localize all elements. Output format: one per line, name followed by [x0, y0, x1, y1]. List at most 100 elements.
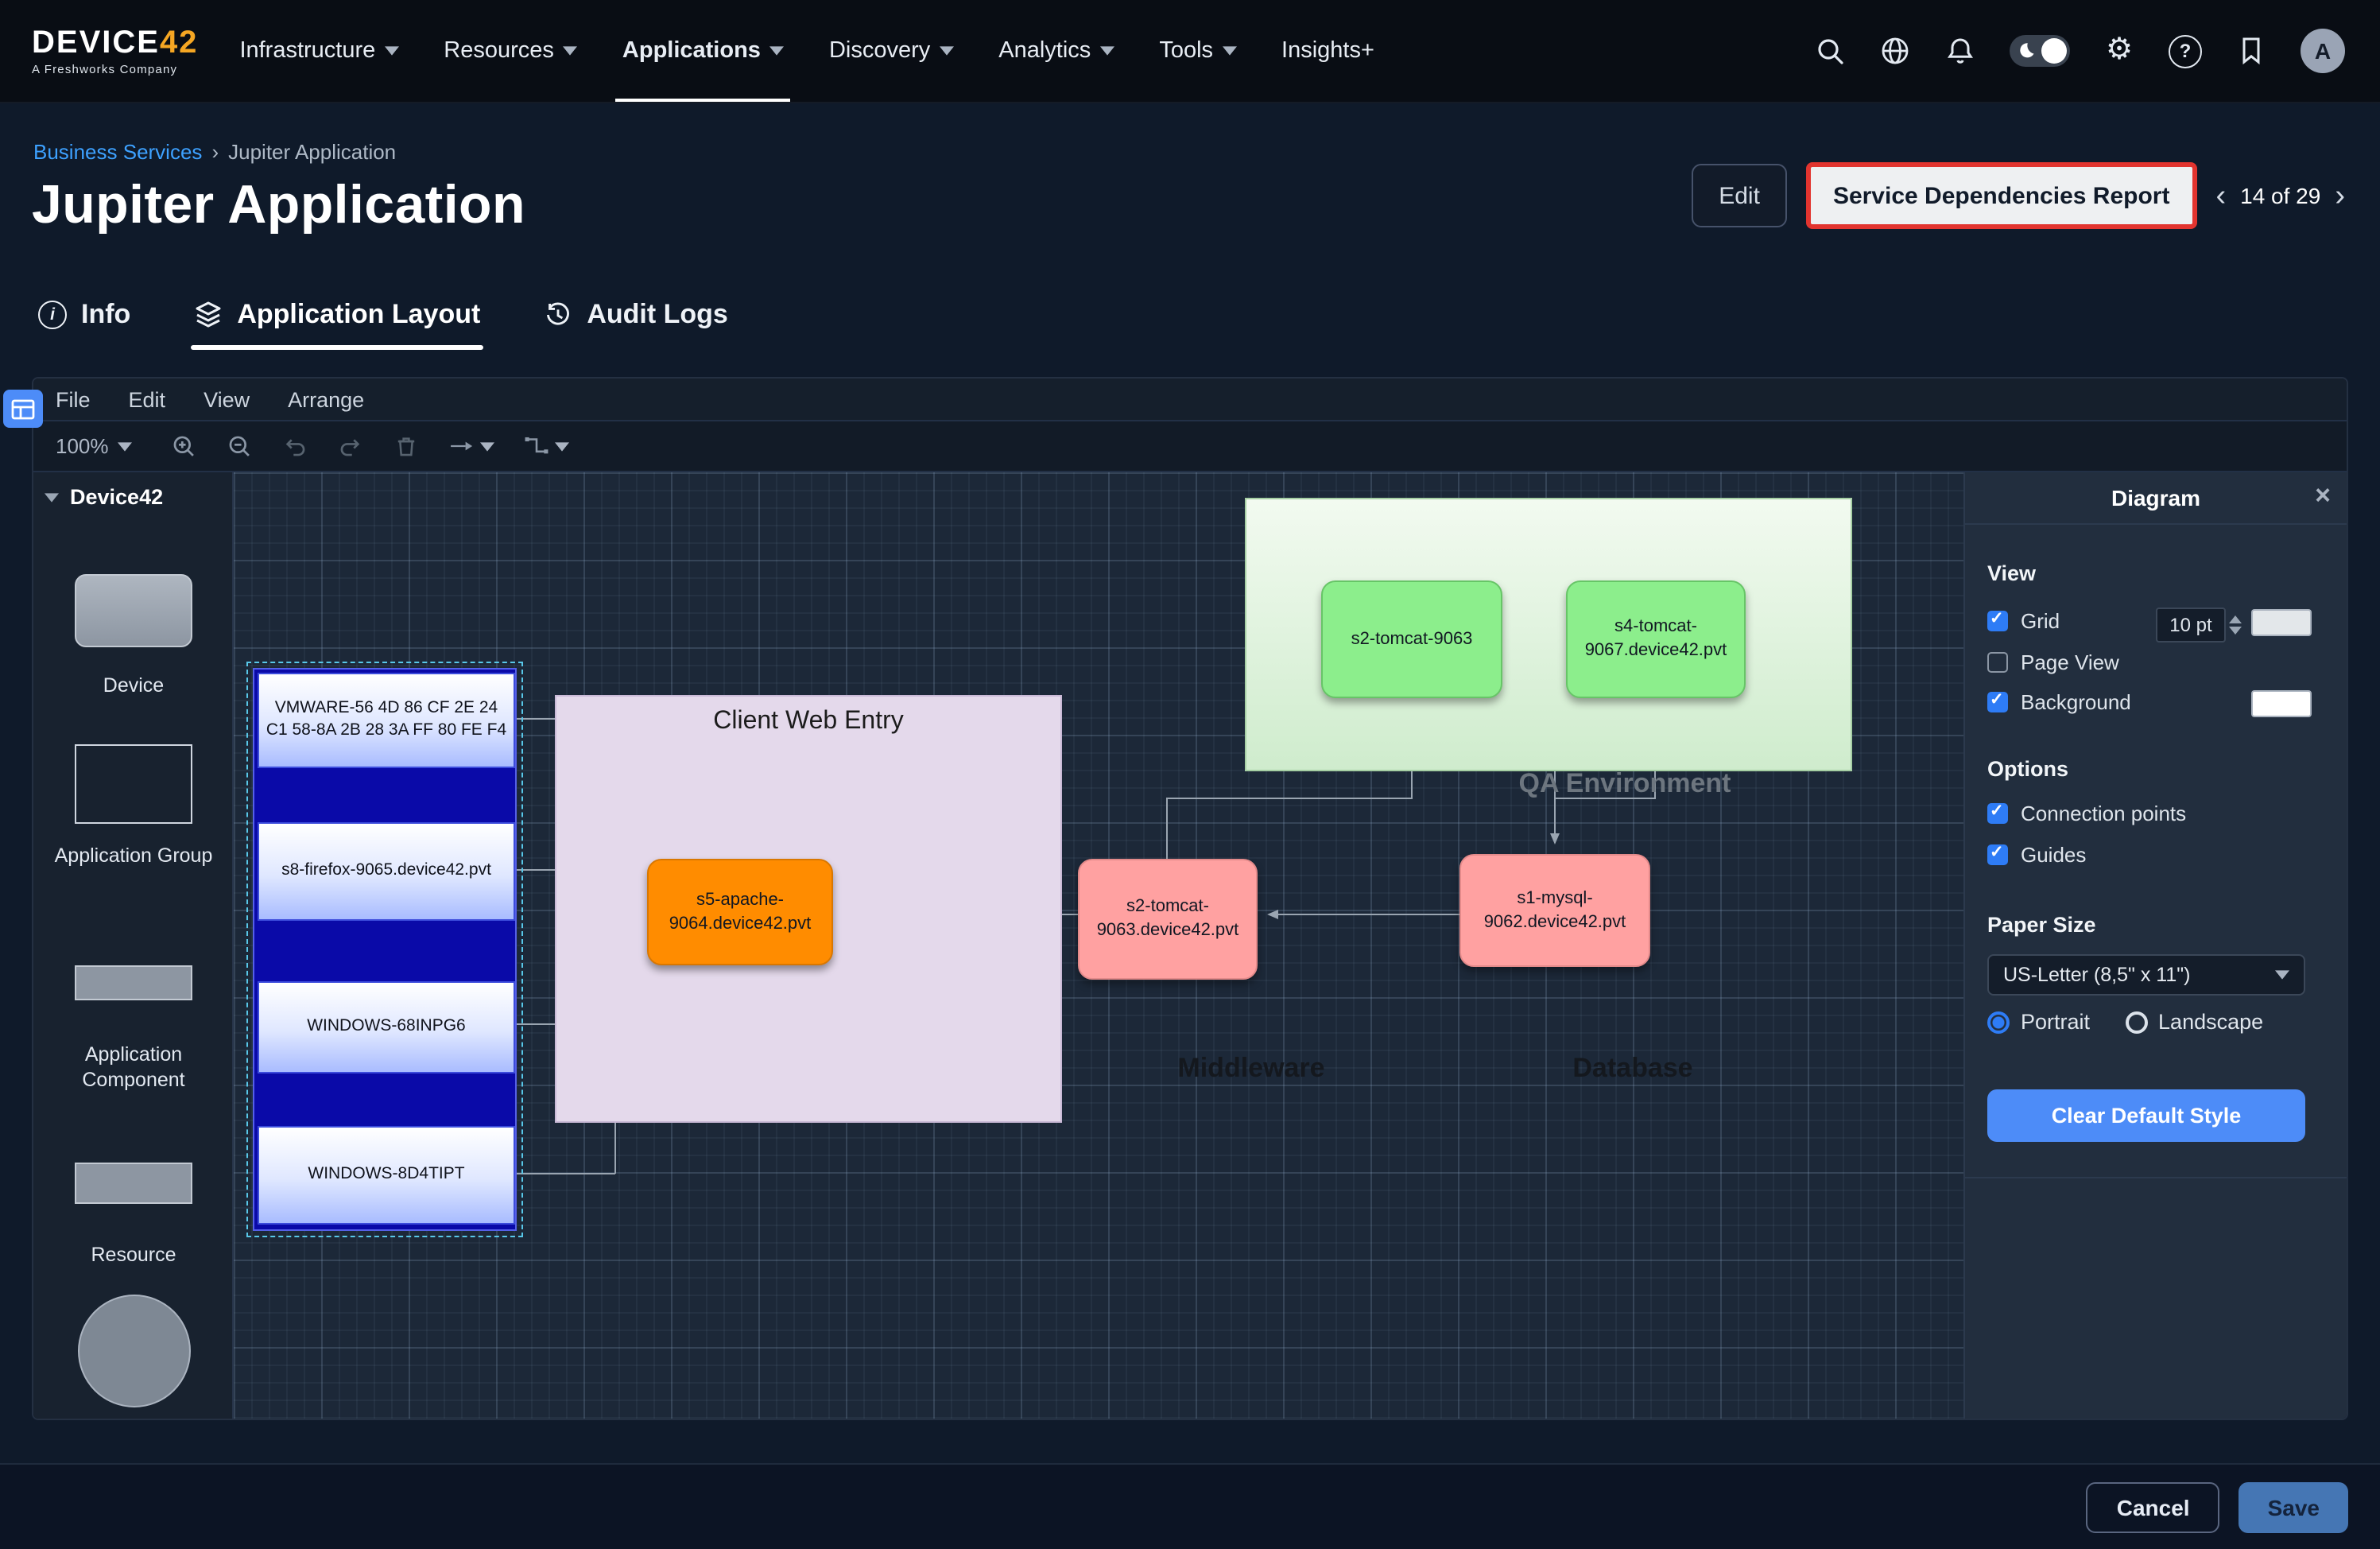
diagram-settings-panel: Diagram × View Grid 10 pt Page View	[1963, 472, 2347, 1420]
nav-insights[interactable]: Insights+	[1281, 0, 1374, 102]
diagram-editor: File Edit View Arrange 100%	[32, 377, 2348, 1420]
shape-resource[interactable]	[33, 1163, 234, 1204]
dark-mode-toggle[interactable]	[2010, 35, 2070, 67]
menu-edit[interactable]: Edit	[129, 387, 166, 411]
undo-icon[interactable]	[282, 433, 309, 460]
grid-size-input[interactable]: 10 pt	[2156, 608, 2242, 643]
tab-audit-logs[interactable]: Audit Logs	[544, 299, 728, 350]
nav-analytics[interactable]: Analytics	[998, 0, 1114, 102]
radio-selected-icon	[1987, 1011, 2010, 1033]
waypoint-style-tool[interactable]	[524, 433, 570, 460]
middleware-label[interactable]: Middleware	[1148, 1053, 1355, 1085]
nav-resources[interactable]: Resources	[444, 0, 578, 102]
bell-icon[interactable]	[1944, 35, 1976, 67]
grid-size-spinner[interactable]	[2229, 615, 2242, 635]
device42-logo[interactable]: DEVICE42 A Freshworks Company	[32, 27, 198, 76]
qa-environment-label[interactable]: QA Environment	[1490, 768, 1760, 800]
moon-icon	[2014, 40, 2037, 62]
service-dependencies-report-button[interactable]: Service Dependencies Report	[1806, 162, 2197, 229]
checkbox-unchecked-icon	[1987, 652, 2008, 673]
globe-icon[interactable]	[1879, 35, 1911, 67]
zoom-level-dropdown[interactable]: 100%	[56, 434, 133, 458]
breadcrumb-business-services[interactable]: Business Services	[33, 140, 202, 164]
node-windows-68inpg6[interactable]: WINDOWS-68INPG6	[258, 981, 515, 1073]
node-s1-mysql-9062[interactable]: s1-mysql-9062.device42.pvt	[1459, 854, 1650, 967]
portrait-radio[interactable]: Portrait	[1987, 1010, 2090, 1034]
editor-menubar: File Edit View Arrange	[33, 379, 2347, 420]
view-section-title: View	[1987, 561, 2036, 585]
spinner-down-icon	[2229, 627, 2242, 635]
arrow-tool-icon	[449, 433, 476, 460]
shape-application-group-label: Application Group	[33, 843, 234, 869]
checkbox-checked-icon	[1987, 844, 2008, 865]
prev-page-icon[interactable]: ‹	[2215, 181, 2226, 211]
grid-checkbox[interactable]: Grid	[1987, 609, 2060, 633]
guides-checkbox[interactable]: Guides	[1987, 843, 2086, 867]
format-panel-toggle-button[interactable]	[3, 390, 43, 428]
close-icon[interactable]: ×	[2315, 480, 2331, 512]
node-s5-apache-9064[interactable]: s5-apache-9064.device42.pvt	[647, 859, 833, 965]
menu-arrange[interactable]: Arrange	[288, 387, 364, 411]
save-button[interactable]: Save	[2239, 1481, 2348, 1532]
menu-file[interactable]: File	[56, 387, 91, 411]
chevron-down-icon	[385, 46, 399, 56]
nav-tools[interactable]: Tools	[1159, 0, 1237, 102]
landscape-radio[interactable]: Landscape	[2125, 1010, 2263, 1034]
chevron-down-icon	[2275, 970, 2289, 980]
tab-application-layout[interactable]: Application Layout	[194, 299, 480, 350]
connection-points-checkbox[interactable]: Connection points	[1987, 802, 2186, 825]
spinner-up-icon	[2229, 615, 2242, 623]
gear-icon[interactable]: ⚙	[2103, 35, 2135, 67]
node-s8-firefox-9065[interactable]: s8-firefox-9065.device42.pvt	[258, 822, 515, 921]
connection-style-tool[interactable]	[449, 433, 495, 460]
help-icon[interactable]: ?	[2169, 34, 2202, 68]
shape-application-group[interactable]	[33, 744, 234, 824]
node-s2-tomcat-9063[interactable]: s2-tomcat-9063	[1321, 580, 1502, 698]
shapes-group-device42[interactable]: Device42	[33, 472, 232, 509]
shape-device[interactable]	[33, 574, 234, 647]
edit-button[interactable]: Edit	[1692, 164, 1787, 227]
layers-icon	[194, 301, 223, 329]
delete-icon[interactable]	[393, 433, 421, 460]
node-s4-tomcat-9067[interactable]: s4-tomcat-9067.device42.pvt	[1566, 580, 1746, 698]
page-view-checkbox[interactable]: Page View	[1987, 650, 2119, 674]
chevron-down-icon	[1100, 46, 1114, 56]
breadcrumb-separator: ›	[211, 140, 219, 164]
user-avatar[interactable]: A	[2301, 29, 2345, 73]
redo-icon[interactable]	[338, 433, 365, 460]
search-icon[interactable]	[1814, 35, 1846, 67]
background-color-swatch[interactable]	[2251, 690, 2312, 717]
chevron-down-icon	[770, 46, 785, 56]
node-vmware[interactable]: VMWARE-56 4D 86 CF 2E 24 C1 58-8A 2B 28 …	[258, 673, 515, 768]
shape-circle[interactable]	[33, 1295, 234, 1407]
diagram-canvas[interactable]: QA Environment s2-tomcat-9063 s4-tomcat-…	[234, 472, 1967, 1420]
page-indicator: 14 of 29	[2240, 183, 2320, 208]
chevron-down-icon	[481, 441, 495, 451]
zoom-out-icon[interactable]	[227, 433, 254, 460]
cancel-button[interactable]: Cancel	[2087, 1481, 2220, 1532]
zoom-in-icon[interactable]	[171, 433, 198, 460]
shape-application-component[interactable]	[33, 965, 234, 1000]
next-page-icon[interactable]: ›	[2335, 181, 2345, 211]
nav-applications[interactable]: Applications	[622, 0, 785, 102]
database-label[interactable]: Database	[1529, 1053, 1736, 1085]
node-windows-8d4tipt[interactable]: WINDOWS-8D4TIPT	[258, 1126, 515, 1225]
background-checkbox[interactable]: Background	[1987, 690, 2131, 714]
shapes-palette: Device42 Device Application Group Applic…	[33, 472, 234, 1420]
chevron-down-icon	[556, 441, 570, 451]
tab-info[interactable]: i Info	[38, 299, 130, 350]
history-icon	[544, 301, 572, 329]
paper-size-select[interactable]: US-Letter (8,5" x 11")	[1987, 954, 2305, 996]
menu-view[interactable]: View	[204, 387, 250, 411]
bookmark-icon[interactable]	[2235, 35, 2267, 67]
nav-infrastructure[interactable]: Infrastructure	[239, 0, 399, 102]
chevron-down-icon	[1223, 46, 1237, 56]
nav-discovery[interactable]: Discovery	[829, 0, 954, 102]
top-navbar: DEVICE42 A Freshworks Company Infrastruc…	[0, 0, 2380, 103]
grid-color-swatch[interactable]	[2251, 609, 2312, 636]
device-stack-container[interactable]: VMWARE-56 4D 86 CF 2E 24 C1 58-8A 2B 28 …	[253, 668, 517, 1231]
diagram-panel-header: Diagram ×	[1965, 472, 2347, 525]
clear-default-style-button[interactable]: Clear Default Style	[1987, 1089, 2305, 1142]
node-s2-tomcat-9063-pvt[interactable]: s2-tomcat-9063.device42.pvt	[1078, 859, 1258, 980]
shape-resource-label: Resource	[33, 1242, 234, 1268]
